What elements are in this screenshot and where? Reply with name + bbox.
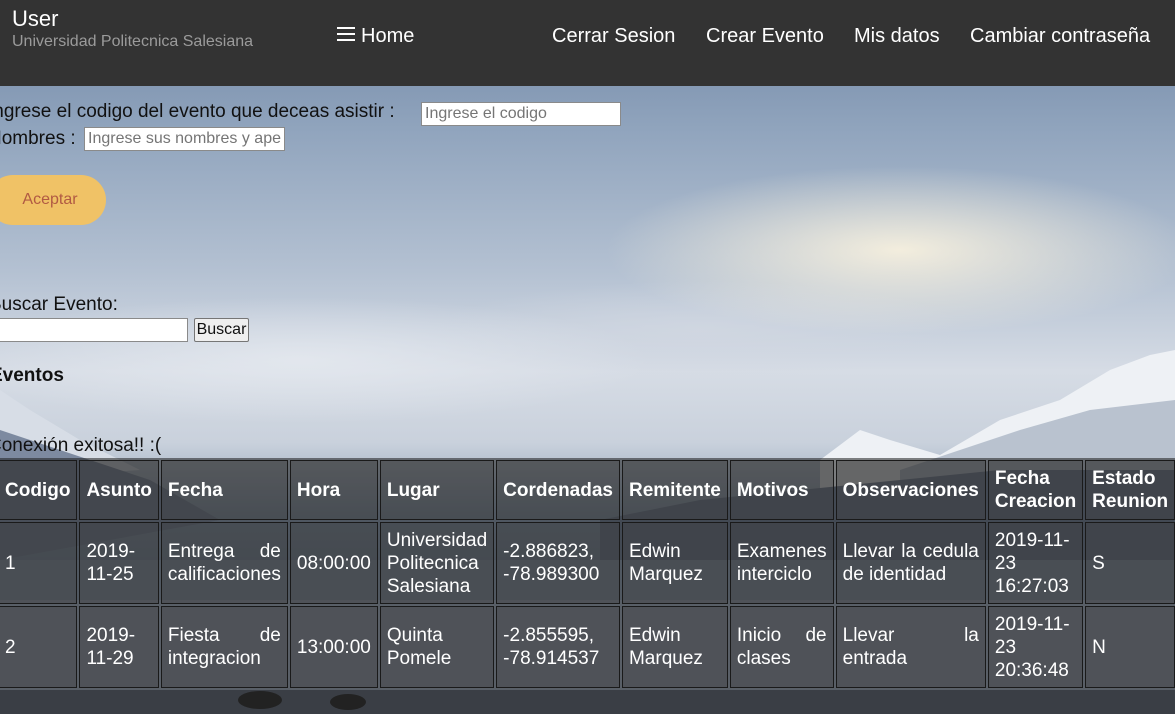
cell-motivos: Examenes interciclo — [729, 522, 834, 604]
cell-remitente: Edwin Marquez — [621, 522, 728, 604]
column-header-remitente: Remitente — [621, 460, 728, 520]
cell-codigo: 2 — [0, 606, 78, 688]
table-row: 2 2019-11-29 Fiesta de integracion 13:00… — [0, 606, 1175, 688]
search-event-label: Buscar Evento: — [0, 294, 118, 315]
nav-cerrar-sesion-link[interactable]: Cerrar Sesion — [552, 25, 675, 48]
connection-status-text: Conexión exitosa!! :( — [0, 435, 162, 456]
column-header-asunto: Asunto — [79, 460, 159, 520]
cell-asunto: 2019-11-25 — [79, 522, 159, 604]
cell-hora: 08:00:00 — [289, 522, 378, 604]
events-section-title: Eventos — [0, 365, 64, 386]
nav-home-link[interactable]: Home — [361, 25, 414, 48]
app-title: User — [12, 6, 59, 31]
column-header-hora: Hora — [289, 460, 378, 520]
cell-lugar: Quinta Pomele — [379, 606, 495, 688]
column-header-lugar: Lugar — [379, 460, 495, 520]
nav-cambiar-contrasena-link[interactable]: Cambiar contraseña — [970, 25, 1150, 48]
event-code-label: Ingrese el codigo del evento que deceas … — [0, 101, 395, 122]
search-button[interactable]: Buscar — [194, 318, 249, 342]
search-event-input[interactable] — [0, 318, 188, 342]
column-header-fecha: Fecha — [160, 460, 288, 520]
column-header-motivos: Motivos — [729, 460, 834, 520]
cell-fecha-creacion: 2019-11-23 16:27:03 — [987, 522, 1084, 604]
main-content: Ingrese el codigo del evento que deceas … — [0, 86, 1175, 714]
column-header-observaciones: Observaciones — [835, 460, 986, 520]
cell-remitente: Edwin Marquez — [621, 606, 728, 688]
top-navigation-bar: User Universidad Politecnica Salesiana H… — [0, 0, 1175, 86]
column-header-fecha-creacion: Fecha Creacion — [987, 460, 1084, 520]
cell-cordenadas: -2.886823, -78.989300 — [496, 522, 620, 604]
table-row: 1 2019-11-25 Entrega de calificaciones 0… — [0, 522, 1175, 604]
event-code-input[interactable] — [421, 102, 621, 126]
hamburger-icon[interactable] — [337, 27, 355, 41]
events-table: Codigo Asunto Fecha Hora Lugar Cordenada… — [0, 458, 1175, 690]
cell-fecha: Fiesta de integracion — [160, 606, 288, 688]
cell-fecha: Entrega de calificaciones — [160, 522, 288, 604]
cell-estado-reunion: S — [1085, 522, 1175, 604]
cell-estado-reunion: N — [1085, 606, 1175, 688]
nav-mis-datos-link[interactable]: Mis datos — [854, 25, 940, 48]
names-label: Nombres : — [0, 128, 76, 149]
names-input[interactable] — [84, 127, 285, 151]
cell-asunto: 2019-11-29 — [79, 606, 159, 688]
column-header-codigo: Codigo — [0, 460, 78, 520]
cell-lugar: Universidad Politecnica Salesiana — [379, 522, 495, 604]
cell-hora: 13:00:00 — [289, 606, 378, 688]
nav-crear-evento-link[interactable]: Crear Evento — [706, 25, 824, 48]
accept-button[interactable]: Aceptar — [0, 175, 106, 225]
table-header-row: Codigo Asunto Fecha Hora Lugar Cordenada… — [0, 460, 1175, 520]
cell-fecha-creacion: 2019-11-23 20:36:48 — [987, 606, 1084, 688]
cell-cordenadas: -2.855595, -78.914537 — [496, 606, 620, 688]
cell-observaciones: Llevar la entrada — [835, 606, 986, 688]
app-subtitle: Universidad Politecnica Salesiana — [12, 33, 254, 50]
cell-motivos: Inicio de clases — [729, 606, 834, 688]
cell-codigo: 1 — [0, 522, 78, 604]
column-header-cordenadas: Cordenadas — [496, 460, 620, 520]
cell-observaciones: Llevar la cedula de identidad — [835, 522, 986, 604]
column-header-estado-reunion: Estado Reunion — [1085, 460, 1175, 520]
